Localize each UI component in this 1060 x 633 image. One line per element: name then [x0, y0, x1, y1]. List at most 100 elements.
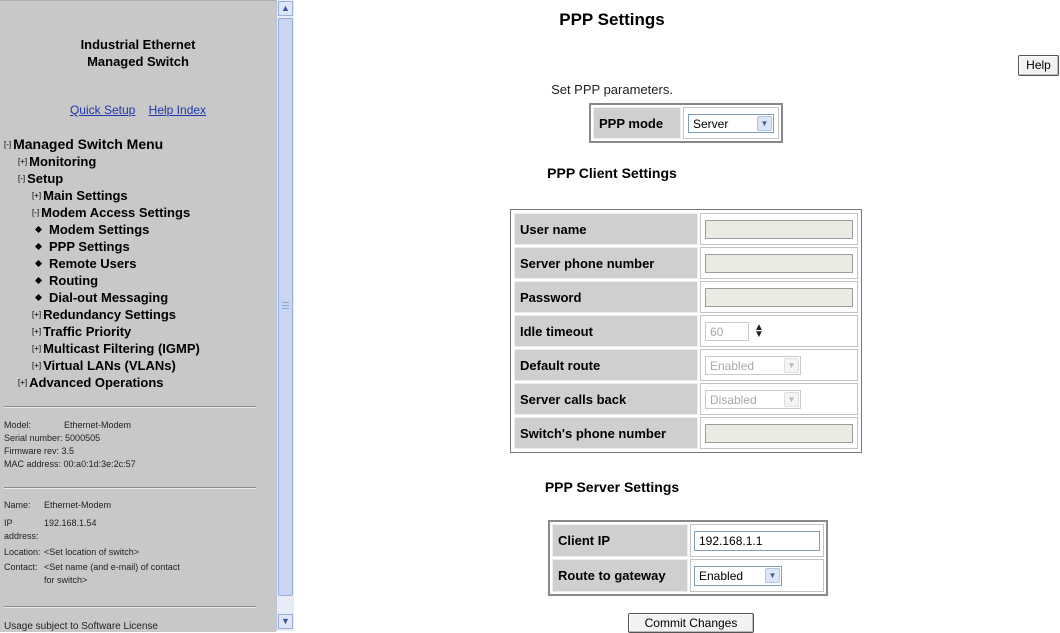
ppp-mode-table: PPP mode Server ▼ [589, 103, 783, 143]
default-route-value: Enabled [710, 359, 755, 373]
menu-item-monitoring[interactable]: [+] Monitoring [18, 153, 96, 171]
idle-timeout-input[interactable]: 60 [705, 322, 749, 341]
device-model: Model: Ethernet-Modem [4, 419, 131, 432]
expand-toggle-icon[interactable]: [+] [32, 310, 41, 319]
collapse-toggle-icon[interactable]: [-] [32, 208, 39, 217]
bullet-icon [34, 226, 43, 234]
menu-item-redundancy[interactable]: [+] Redundancy Settings [32, 306, 176, 324]
help-index-link[interactable]: Help Index [149, 103, 206, 117]
grip-line [282, 308, 289, 309]
config-location: Location: <Set location of switch> [4, 546, 139, 559]
sidebar-links: Quick Setup Help Index [0, 103, 276, 117]
firmware-value: 3.5 [61, 446, 75, 456]
server-calls-back-select[interactable]: Disabled ▼ [705, 390, 801, 409]
collapse-toggle-icon[interactable]: [-] [18, 174, 25, 183]
expand-toggle-icon[interactable]: [+] [32, 327, 41, 336]
user-name-label: User name [514, 213, 698, 245]
user-name-input[interactable] [705, 220, 853, 239]
menu-item-label: Dial-out Messaging [49, 290, 169, 305]
idle-timeout-label: Idle timeout [514, 315, 698, 347]
location-label: Location: [4, 547, 41, 557]
client-ip-input[interactable]: 192.168.1.1 [694, 531, 820, 551]
scroll-down-icon[interactable]: ▼ [278, 614, 293, 629]
license-text: Usage subject to Software License [4, 621, 158, 632]
menu-item-virtual-lans[interactable]: [+] Virtual LANs (VLANs) [32, 357, 176, 375]
password-input[interactable] [705, 288, 853, 307]
menu-item-label: Remote Users [49, 256, 137, 271]
server-phone-label: Server phone number [514, 247, 698, 279]
mac-label: MAC address: [4, 459, 62, 469]
menu-item-ppp-settings[interactable]: PPP Settings [34, 238, 130, 255]
location-value: <Set location of switch> [44, 547, 140, 557]
sidebar-title-line1: Industrial Ethernet [80, 37, 196, 52]
ip-value: 192.168.1.54 [44, 518, 97, 528]
bullet-icon [34, 294, 43, 302]
menu-item-managed-switch[interactable]: [-] Managed Switch Menu [4, 136, 163, 154]
server-calls-back-value: Disabled [710, 393, 757, 407]
chevron-down-icon[interactable]: ▼ [784, 358, 799, 373]
expand-toggle-icon[interactable]: [+] [32, 344, 41, 353]
server-phone-input[interactable] [705, 254, 853, 273]
expand-toggle-icon[interactable]: [+] [32, 191, 41, 200]
bullet-icon [34, 243, 43, 251]
menu-item-label: Redundancy Settings [43, 307, 177, 322]
sidebar-scrollbar[interactable]: ▲ ▼ [276, 0, 294, 631]
page-subtitle: Set PPP parameters. [551, 82, 673, 97]
server-calls-back-label: Server calls back [514, 383, 698, 415]
password-label: Password [514, 281, 698, 313]
default-route-select[interactable]: Enabled ▼ [705, 356, 801, 375]
license-note: Usage subject to Software License [4, 620, 158, 632]
model-value: Ethernet-Modem [64, 420, 132, 430]
menu-item-main-settings[interactable]: [+] Main Settings [32, 187, 128, 205]
contact-value: <Set name (and e-mail) of contact [44, 562, 180, 572]
sidebar-divider [4, 487, 256, 489]
expand-toggle-icon[interactable]: [+] [18, 157, 27, 166]
menu-item-modem-settings[interactable]: Modem Settings [34, 221, 149, 238]
menu-item-label: Modem Access Settings [41, 205, 191, 220]
expand-toggle-icon[interactable]: [+] [18, 378, 27, 387]
route-to-gateway-select[interactable]: Enabled ▼ [694, 566, 782, 586]
spinner-arrows-icon[interactable]: ▲ ▼ [753, 323, 765, 340]
menu-item-label: Advanced Operations [29, 375, 164, 390]
bullet-icon [34, 260, 43, 268]
expand-toggle-icon[interactable]: [+] [32, 361, 41, 370]
menu-item-label: Monitoring [29, 154, 97, 169]
model-label: Model: [4, 420, 32, 430]
menu-item-label: Main Settings [43, 188, 128, 203]
chevron-down-icon[interactable]: ▼ [784, 392, 799, 407]
mac-value: 00:a0:1d:3e:2c:57 [63, 459, 136, 469]
switch-phone-input[interactable] [705, 424, 853, 443]
collapse-toggle-icon[interactable]: [-] [4, 140, 11, 149]
client-ip-cell: 192.168.1.1 [690, 524, 824, 557]
commit-changes-button[interactable]: Commit Changes [628, 613, 754, 633]
ppp-mode-select[interactable]: Server ▼ [688, 114, 774, 133]
sidebar-divider [4, 406, 256, 408]
password-cell [700, 281, 858, 313]
menu-item-modem-access[interactable]: [-] Modem Access Settings [32, 204, 190, 222]
menu-item-multicast-filtering[interactable]: [+] Multicast Filtering (IGMP) [32, 340, 200, 358]
help-button[interactable]: Help [1018, 55, 1059, 76]
switch-phone-label: Switch's phone number [514, 417, 698, 449]
sidebar-frame: Industrial Ethernet Managed Switch Quick… [0, 0, 276, 632]
chevron-down-icon[interactable]: ▼ [757, 116, 772, 131]
default-route-label: Default route [514, 349, 698, 381]
menu-item-routing[interactable]: Routing [34, 272, 98, 289]
menu-item-traffic-priority[interactable]: [+] Traffic Priority [32, 323, 131, 341]
menu-item-setup[interactable]: [-] Setup [18, 170, 63, 188]
sidebar-divider [4, 606, 256, 608]
server-settings-table: Client IP 192.168.1.1 Route to gateway E… [548, 520, 828, 596]
page-title: PPP Settings [559, 10, 665, 29]
menu-item-dialout-messaging[interactable]: Dial-out Messaging [34, 289, 168, 306]
scrollbar-thumb[interactable] [278, 18, 293, 596]
server-phone-cell [700, 247, 858, 279]
chevron-down-icon[interactable]: ▼ [765, 568, 780, 583]
menu-item-label: Managed Switch Menu [13, 136, 164, 152]
quick-setup-link[interactable]: Quick Setup [70, 103, 135, 117]
name-value: Ethernet-Modem [44, 500, 112, 510]
scroll-up-icon[interactable]: ▲ [278, 1, 293, 16]
ppp-mode-value: Server [693, 117, 729, 131]
menu-item-advanced-operations[interactable]: [+] Advanced Operations [18, 374, 164, 392]
menu-item-remote-users[interactable]: Remote Users [34, 255, 136, 272]
menu-item-label: Routing [49, 273, 99, 288]
client-ip-label: Client IP [552, 524, 688, 557]
